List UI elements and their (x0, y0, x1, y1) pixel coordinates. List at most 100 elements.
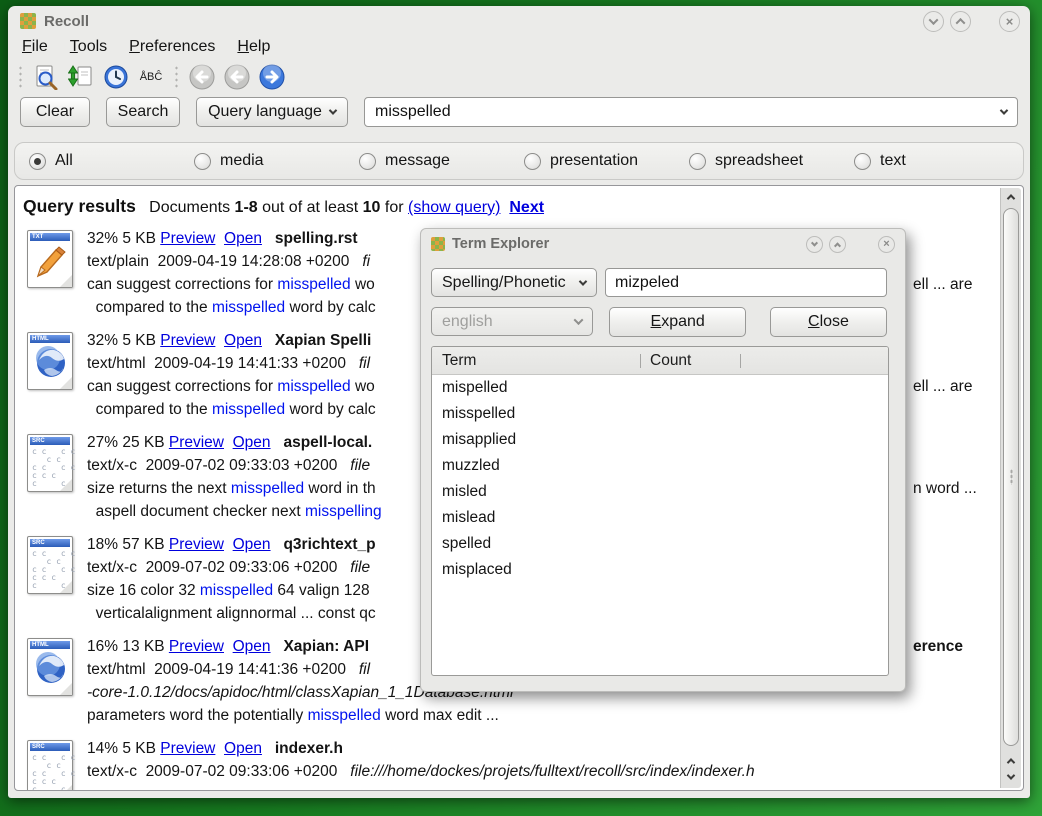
count-column-header[interactable]: Count (650, 352, 691, 370)
term-input-value: mizpeled (615, 274, 679, 292)
scrollbar-thumb[interactable] (1003, 208, 1019, 746)
result-url: file (350, 457, 370, 474)
toolbar: ÅBĈ (8, 60, 1030, 94)
scroll-up-button[interactable] (1001, 189, 1021, 205)
dialog-maximize-button[interactable] (829, 236, 846, 253)
expand-button[interactable]: Expand (609, 307, 746, 337)
show-query-details-button[interactable] (32, 63, 60, 91)
snippet-text: size 16 color 32 (87, 582, 200, 599)
open-link[interactable]: Open (224, 332, 262, 349)
file-icon-fold-corner (60, 683, 72, 695)
preview-link[interactable]: Preview (160, 332, 215, 349)
dialog-minimize-button[interactable] (806, 236, 823, 253)
dialog-close-action-button[interactable]: Close (770, 307, 887, 337)
search-mode-label: Query language (208, 103, 322, 121)
preview-link[interactable]: Preview (160, 740, 215, 757)
term-row[interactable]: misplaced (432, 557, 888, 583)
next-page-button[interactable] (258, 63, 286, 91)
column-separator[interactable] (640, 354, 641, 368)
update-index-button[interactable] (67, 63, 95, 91)
open-link[interactable]: Open (224, 740, 262, 757)
result-title: indexer.h (275, 740, 343, 757)
term-input[interactable]: mizpeled (605, 268, 887, 297)
filter-option-spreadsheet[interactable]: spreadsheet (689, 152, 854, 170)
snippet-text: word max edit ... (381, 707, 499, 724)
result-title: Xapian: API (283, 638, 369, 655)
term-row[interactable]: misapplied (432, 427, 888, 453)
open-link[interactable]: Open (233, 536, 271, 553)
filter-label: spreadsheet (715, 152, 803, 170)
preview-link[interactable]: Preview (169, 434, 224, 451)
filter-option-all[interactable]: All (29, 152, 194, 170)
search-mode-select[interactable]: Query language (196, 97, 348, 127)
next-page-link[interactable]: Next (509, 199, 544, 216)
scroll-down-button[interactable] (1001, 769, 1021, 785)
search-button[interactable]: Search (106, 97, 180, 127)
dialog-title-bar[interactable]: Term Explorer × (421, 229, 905, 257)
menu-bar: File Tools Preferences Help (8, 34, 1030, 60)
file-icon-badge: SRC (30, 743, 70, 751)
sort-by-date-button[interactable] (102, 63, 130, 91)
first-page-button[interactable] (188, 63, 216, 91)
filter-option-media[interactable]: media (194, 152, 359, 170)
open-link[interactable]: Open (224, 230, 262, 247)
dialog-title: Term Explorer (452, 236, 549, 252)
menu-tools[interactable]: Tools (70, 38, 107, 56)
scroll-up-button-bottom[interactable] (1001, 753, 1021, 769)
query-input[interactable]: misspelled (364, 97, 1018, 127)
result-url: file:///home/dockes/projets/fulltext/rec… (350, 763, 754, 780)
filter-option-text[interactable]: text (854, 152, 906, 170)
preview-link[interactable]: Preview (160, 230, 215, 247)
clear-button[interactable]: Clear (20, 97, 90, 127)
dialog-close-button[interactable]: × (878, 236, 895, 253)
file-icon-badge: SRC (30, 539, 70, 547)
filter-option-message[interactable]: message (359, 152, 524, 170)
term-explorer-dialog: Term Explorer × Spelling/Phonetic mizpel… (420, 228, 906, 692)
result-title: spelling.rst (275, 230, 358, 247)
close-button[interactable]: × (999, 11, 1020, 32)
prev-page-button[interactable] (223, 63, 251, 91)
result-url: fi (362, 253, 370, 270)
show-query-link[interactable]: (show query) (408, 199, 500, 216)
search-bar: Clear Search Query language misspelled (8, 94, 1030, 130)
file-icon-fold-corner (60, 275, 72, 287)
radio-icon (359, 153, 376, 170)
term-row[interactable]: misspelled (432, 401, 888, 427)
menu-file[interactable]: File (22, 38, 48, 56)
term-row[interactable]: muzzled (432, 453, 888, 479)
term-table-header[interactable]: Term Count (432, 347, 888, 375)
result-meta: text/x-c 2009-07-02 09:33:06 +0200 file:… (87, 760, 993, 783)
results-scrollbar[interactable] (1000, 188, 1021, 788)
file-icon-fold-corner (60, 785, 72, 790)
highlighted-term: misspelled (308, 707, 381, 724)
column-separator[interactable] (740, 354, 741, 368)
maximize-button[interactable] (950, 11, 971, 32)
globe-icon (34, 652, 68, 686)
term-row[interactable]: misled (432, 479, 888, 505)
chevron-down-icon (574, 315, 584, 325)
title-bar[interactable]: Recoll × (8, 6, 1030, 34)
snippet-text: aspell document checker next (87, 503, 305, 520)
menu-help[interactable]: Help (237, 38, 270, 56)
chevron-down-icon (329, 106, 337, 114)
language-select[interactable]: english (431, 307, 593, 336)
chevron-down-icon (579, 277, 587, 285)
open-link[interactable]: Open (233, 638, 271, 655)
menu-preferences[interactable]: Preferences (129, 38, 215, 56)
term-explorer-button[interactable]: ÅBĈ (137, 63, 165, 91)
file-icon-html: HTML (27, 638, 73, 696)
expansion-type-select[interactable]: Spelling/Phonetic (431, 268, 597, 297)
term-row[interactable]: mispelled (432, 375, 888, 401)
term-row[interactable]: mislead (432, 505, 888, 531)
filter-option-presentation[interactable]: presentation (524, 152, 689, 170)
snippet-text: compared to the (87, 299, 212, 316)
window-controls: × (923, 11, 1020, 32)
preview-link[interactable]: Preview (169, 638, 224, 655)
open-link[interactable]: Open (233, 434, 271, 451)
radio-icon (194, 153, 211, 170)
term-column-header[interactable]: Term (432, 352, 476, 370)
preview-link[interactable]: Preview (169, 536, 224, 553)
term-row[interactable]: spelled (432, 531, 888, 557)
term-cell: spelled (442, 535, 491, 552)
minimize-button[interactable] (923, 11, 944, 32)
